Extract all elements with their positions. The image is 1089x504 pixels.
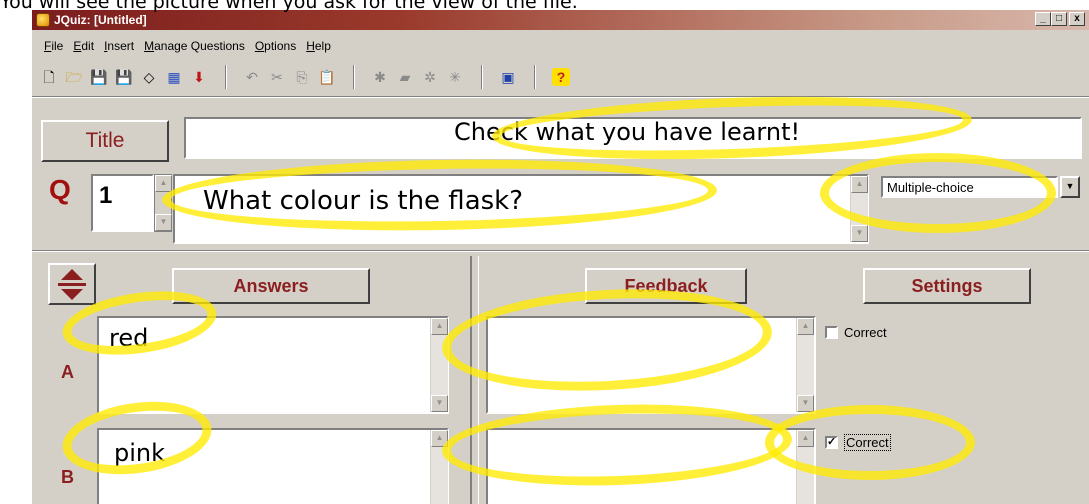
question-label: Q: [49, 174, 71, 205]
feedback-a-scrollbar[interactable]: ▲ ▼: [796, 318, 814, 412]
divider-icon: [58, 282, 86, 286]
toolbar: 🗋 🗁 💾 💾 ◇ ▦ ⬇ ↶ ✂ ⎘ 📋 ✱ ▰ ✲ ✳ ▣ ?: [40, 62, 577, 92]
copy-icon[interactable]: ⎘: [293, 68, 311, 86]
menu-help[interactable]: Help: [306, 39, 331, 53]
window-controls: _ □ x: [1035, 12, 1085, 26]
toolbar-separator: [481, 65, 483, 89]
question-number-field[interactable]: 1: [91, 174, 154, 232]
web-page-icon[interactable]: ◇: [140, 68, 158, 86]
checkbox-checked-icon[interactable]: ✓: [825, 436, 838, 449]
caption-text: You will see the picture when you ask fo…: [0, 0, 578, 13]
question-spinner[interactable]: ▲ ▼: [154, 174, 172, 232]
scroll-up-icon[interactable]: ▲: [797, 430, 814, 447]
toolbar-separator: [353, 65, 355, 89]
menu-bar: File Edit Insert Manage Questions Option…: [44, 39, 331, 53]
scroll-up-icon[interactable]: ▲: [431, 318, 448, 335]
divider: [32, 250, 1089, 252]
web-preview-icon[interactable]: ▣: [499, 68, 517, 86]
cut-icon[interactable]: ✂: [268, 68, 286, 86]
reorder-button[interactable]: [48, 263, 96, 305]
settings-header-button[interactable]: Settings: [863, 268, 1031, 304]
toolbar-separator: [534, 65, 536, 89]
feedback-a-input[interactable]: [486, 316, 816, 414]
scroll-up-icon[interactable]: ▲: [797, 318, 814, 335]
question-scrollbar[interactable]: ▲ ▼: [850, 176, 868, 242]
question-text: What colour is the flask?: [203, 186, 524, 216]
answer-b-text: pink: [114, 439, 166, 467]
toolbar-separator: [225, 65, 227, 89]
answers-header-button[interactable]: Answers: [172, 268, 370, 304]
undo-icon[interactable]: ↶: [243, 68, 261, 86]
title-bar: JQuiz: [Untitled] _ □ x: [32, 10, 1089, 30]
scroll-down-icon[interactable]: ▼: [431, 395, 448, 412]
minimize-button[interactable]: _: [1035, 12, 1051, 26]
answer-b-scrollbar[interactable]: ▲: [430, 430, 448, 504]
scroll-up-icon[interactable]: ▲: [851, 176, 868, 193]
spin-down-icon[interactable]: ▼: [155, 214, 172, 231]
paste-icon[interactable]: 📋: [318, 68, 336, 86]
maximize-button[interactable]: □: [1051, 12, 1067, 26]
answer-a-text: red: [109, 324, 149, 352]
answer-letter-b: B: [61, 467, 74, 487]
move-down-icon: [61, 288, 83, 300]
scroll-up-icon[interactable]: ▲: [431, 430, 448, 447]
feedback-b-scrollbar[interactable]: ▲: [796, 430, 814, 504]
chevron-down-icon[interactable]: ▼: [1060, 176, 1080, 198]
feedback-b-input[interactable]: [486, 428, 816, 504]
correct-label: Correct: [844, 434, 891, 451]
title-button[interactable]: Title: [41, 120, 169, 162]
correct-checkbox-b[interactable]: ✓ Correct: [825, 434, 891, 451]
jquiz-app-icon: [36, 13, 50, 27]
answer-a-input[interactable]: [97, 316, 449, 414]
tool-b-icon[interactable]: ▰: [396, 68, 414, 86]
answer-letter-a: A: [61, 362, 74, 382]
menu-edit[interactable]: Edit: [73, 39, 94, 53]
tool-d-icon[interactable]: ✳: [446, 68, 464, 86]
window-title: JQuiz: [Untitled]: [54, 13, 147, 27]
tool-c-icon[interactable]: ✲: [421, 68, 439, 86]
spin-up-icon[interactable]: ▲: [155, 175, 172, 192]
jquiz-window: JQuiz: [Untitled] _ □ x File Edit Insert…: [31, 10, 1089, 504]
close-button[interactable]: x: [1069, 12, 1085, 26]
move-up-icon: [61, 268, 83, 280]
save-icon[interactable]: 💾: [90, 68, 108, 86]
export-icon[interactable]: ▦: [165, 68, 183, 86]
divider: [32, 96, 1089, 98]
new-file-icon[interactable]: 🗋: [40, 68, 58, 86]
scroll-down-icon[interactable]: ▼: [797, 395, 814, 412]
menu-options[interactable]: Options: [255, 39, 296, 53]
answer-a-scrollbar[interactable]: ▲ ▼: [430, 318, 448, 412]
scroll-down-icon[interactable]: ▼: [851, 225, 868, 242]
save-as-icon[interactable]: 💾: [115, 68, 133, 86]
menu-manage-questions[interactable]: Manage Questions: [144, 39, 245, 53]
feedback-header-button[interactable]: Feedback: [585, 268, 747, 304]
menu-insert[interactable]: Insert: [104, 39, 134, 53]
correct-label: Correct: [844, 325, 887, 340]
tool-a-icon[interactable]: ✱: [371, 68, 389, 86]
title-value: Check what you have learnt!: [454, 118, 801, 146]
download-icon[interactable]: ⬇: [190, 68, 208, 86]
menu-file[interactable]: File: [44, 39, 63, 53]
question-type-select[interactable]: Multiple-choice: [881, 176, 1058, 198]
help-icon[interactable]: ?: [552, 68, 570, 86]
correct-checkbox-a[interactable]: Correct: [825, 325, 887, 340]
checkbox-unchecked-icon[interactable]: [825, 326, 838, 339]
open-folder-icon[interactable]: 🗁: [65, 68, 83, 86]
